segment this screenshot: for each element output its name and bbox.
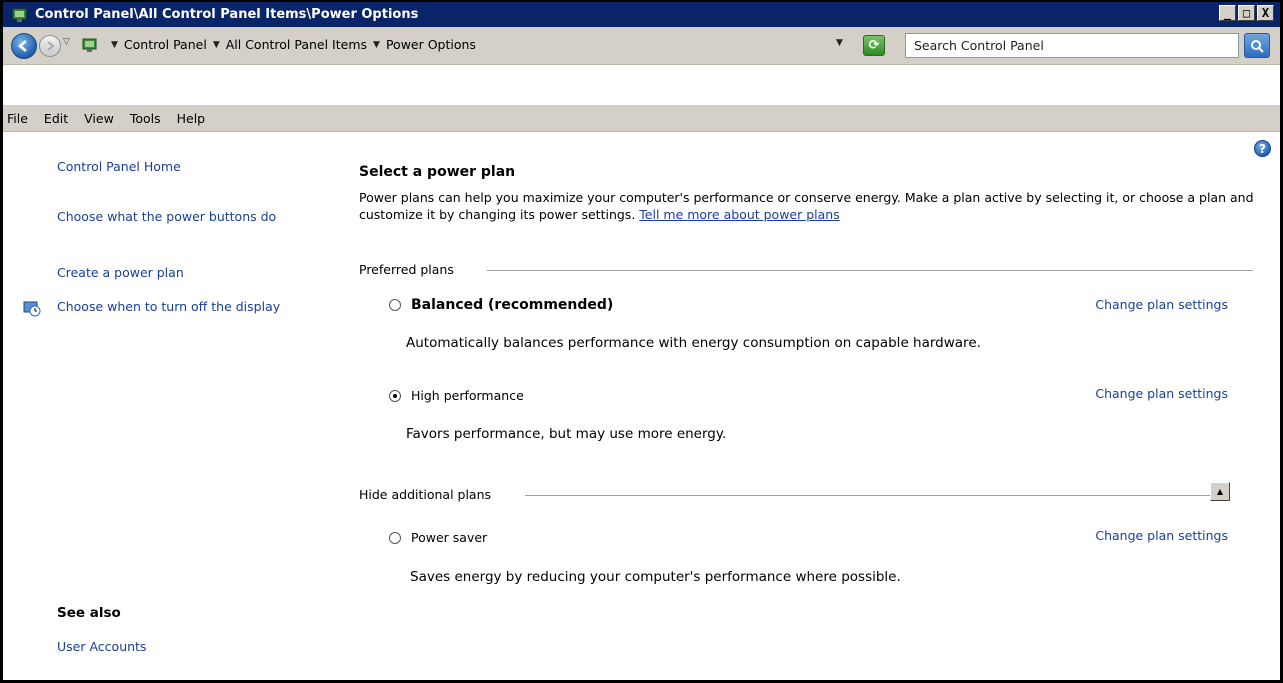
- tell-me-more-link[interactable]: Tell me more about power plans: [639, 207, 839, 222]
- window-title: Control Panel\All Control Panel Items\Po…: [35, 7, 419, 22]
- preferred-plans-label: Preferred plans: [359, 262, 454, 277]
- group-divider: [487, 270, 1253, 271]
- chevron-down-icon[interactable]: ▼: [213, 40, 220, 50]
- maximize-button[interactable]: □: [1238, 5, 1255, 21]
- breadcrumb-item[interactable]: Control Panel: [124, 37, 207, 52]
- plan-radio[interactable]: [389, 531, 401, 544]
- sidebar-link-power-buttons[interactable]: Choose what the power buttons do: [57, 209, 297, 225]
- search-input[interactable]: Search Control Panel: [905, 33, 1239, 58]
- change-plan-settings-link[interactable]: Change plan settings: [1095, 297, 1228, 312]
- control-panel-icon: [11, 6, 29, 24]
- chevron-up-icon: ▲: [1216, 487, 1224, 496]
- plan-radio[interactable]: [389, 389, 401, 402]
- plan-name: High performance: [411, 388, 524, 403]
- display-clock-icon: [23, 300, 41, 318]
- address-bar: ▽ ▼ Control Panel ▼ All Control Panel It…: [3, 27, 1280, 65]
- plan-description: Automatically balances performance with …: [406, 335, 981, 351]
- sidebar-link-create-plan[interactable]: Create a power plan: [57, 265, 307, 281]
- menu-view[interactable]: View: [76, 111, 122, 126]
- hide-additional-plans-label: Hide additional plans: [359, 487, 492, 502]
- plan-high-performance[interactable]: High performance: [389, 388, 524, 403]
- search-icon: [1251, 39, 1264, 53]
- refresh-icon: ⟳: [868, 38, 880, 53]
- arrow-left-icon: [17, 40, 27, 52]
- address-dropdown[interactable]: ▼: [836, 38, 843, 48]
- title-bar: Control Panel\All Control Panel Items\Po…: [3, 2, 1280, 27]
- plan-name: Balanced (recommended): [411, 297, 614, 313]
- collapse-additional-plans-button[interactable]: ▲: [1210, 482, 1230, 501]
- intro-text: Power plans can help you maximize your c…: [359, 189, 1259, 223]
- close-button[interactable]: X: [1257, 5, 1274, 21]
- power-options-window: Control Panel\All Control Panel Items\Po…: [0, 0, 1283, 683]
- arrow-right-icon: [47, 41, 55, 51]
- chevron-down-icon[interactable]: ▼: [111, 40, 118, 50]
- search-button[interactable]: [1244, 33, 1270, 58]
- menu-help[interactable]: Help: [169, 111, 214, 126]
- menu-bar: File Edit View Tools Help: [3, 105, 1280, 132]
- menu-file[interactable]: File: [3, 111, 36, 126]
- minimize-button[interactable]: _: [1219, 5, 1236, 21]
- sidebar-link-home[interactable]: Control Panel Home: [57, 159, 307, 175]
- breadcrumb-item[interactable]: Power Options: [386, 37, 476, 52]
- menu-edit[interactable]: Edit: [36, 111, 76, 126]
- chevron-down-icon[interactable]: ▼: [373, 40, 380, 50]
- breadcrumb-item[interactable]: All Control Panel Items: [226, 37, 367, 52]
- change-plan-settings-link[interactable]: Change plan settings: [1095, 528, 1228, 543]
- plan-radio[interactable]: [389, 299, 401, 311]
- page-title: Select a power plan: [359, 164, 516, 180]
- plan-description: Saves energy by reducing your computer's…: [410, 569, 901, 585]
- sidebar: Control Panel Home Choose what the power…: [3, 132, 333, 682]
- back-button[interactable]: [11, 33, 37, 59]
- menu-tools[interactable]: Tools: [122, 111, 169, 126]
- forward-button[interactable]: [39, 35, 61, 57]
- sidebar-link-user-accounts[interactable]: User Accounts: [57, 639, 307, 655]
- plan-description: Favors performance, but may use more ene…: [406, 426, 727, 442]
- plan-balanced[interactable]: Balanced (recommended): [389, 297, 613, 313]
- group-divider: [525, 495, 1217, 496]
- control-panel-icon: [81, 36, 99, 54]
- plan-power-saver[interactable]: Power saver: [389, 530, 487, 545]
- sidebar-link-turn-off-display[interactable]: Choose when to turn off the display: [57, 299, 287, 315]
- plan-name: Power saver: [411, 530, 488, 545]
- breadcrumb: ▼ Control Panel ▼ All Control Panel Item…: [105, 37, 476, 52]
- help-icon[interactable]: ?: [1254, 140, 1271, 157]
- refresh-button[interactable]: ⟳: [863, 35, 885, 56]
- change-plan-settings-link[interactable]: Change plan settings: [1095, 386, 1228, 401]
- recent-pages-dropdown[interactable]: ▽: [63, 37, 70, 47]
- see-also-heading: See also: [57, 605, 121, 621]
